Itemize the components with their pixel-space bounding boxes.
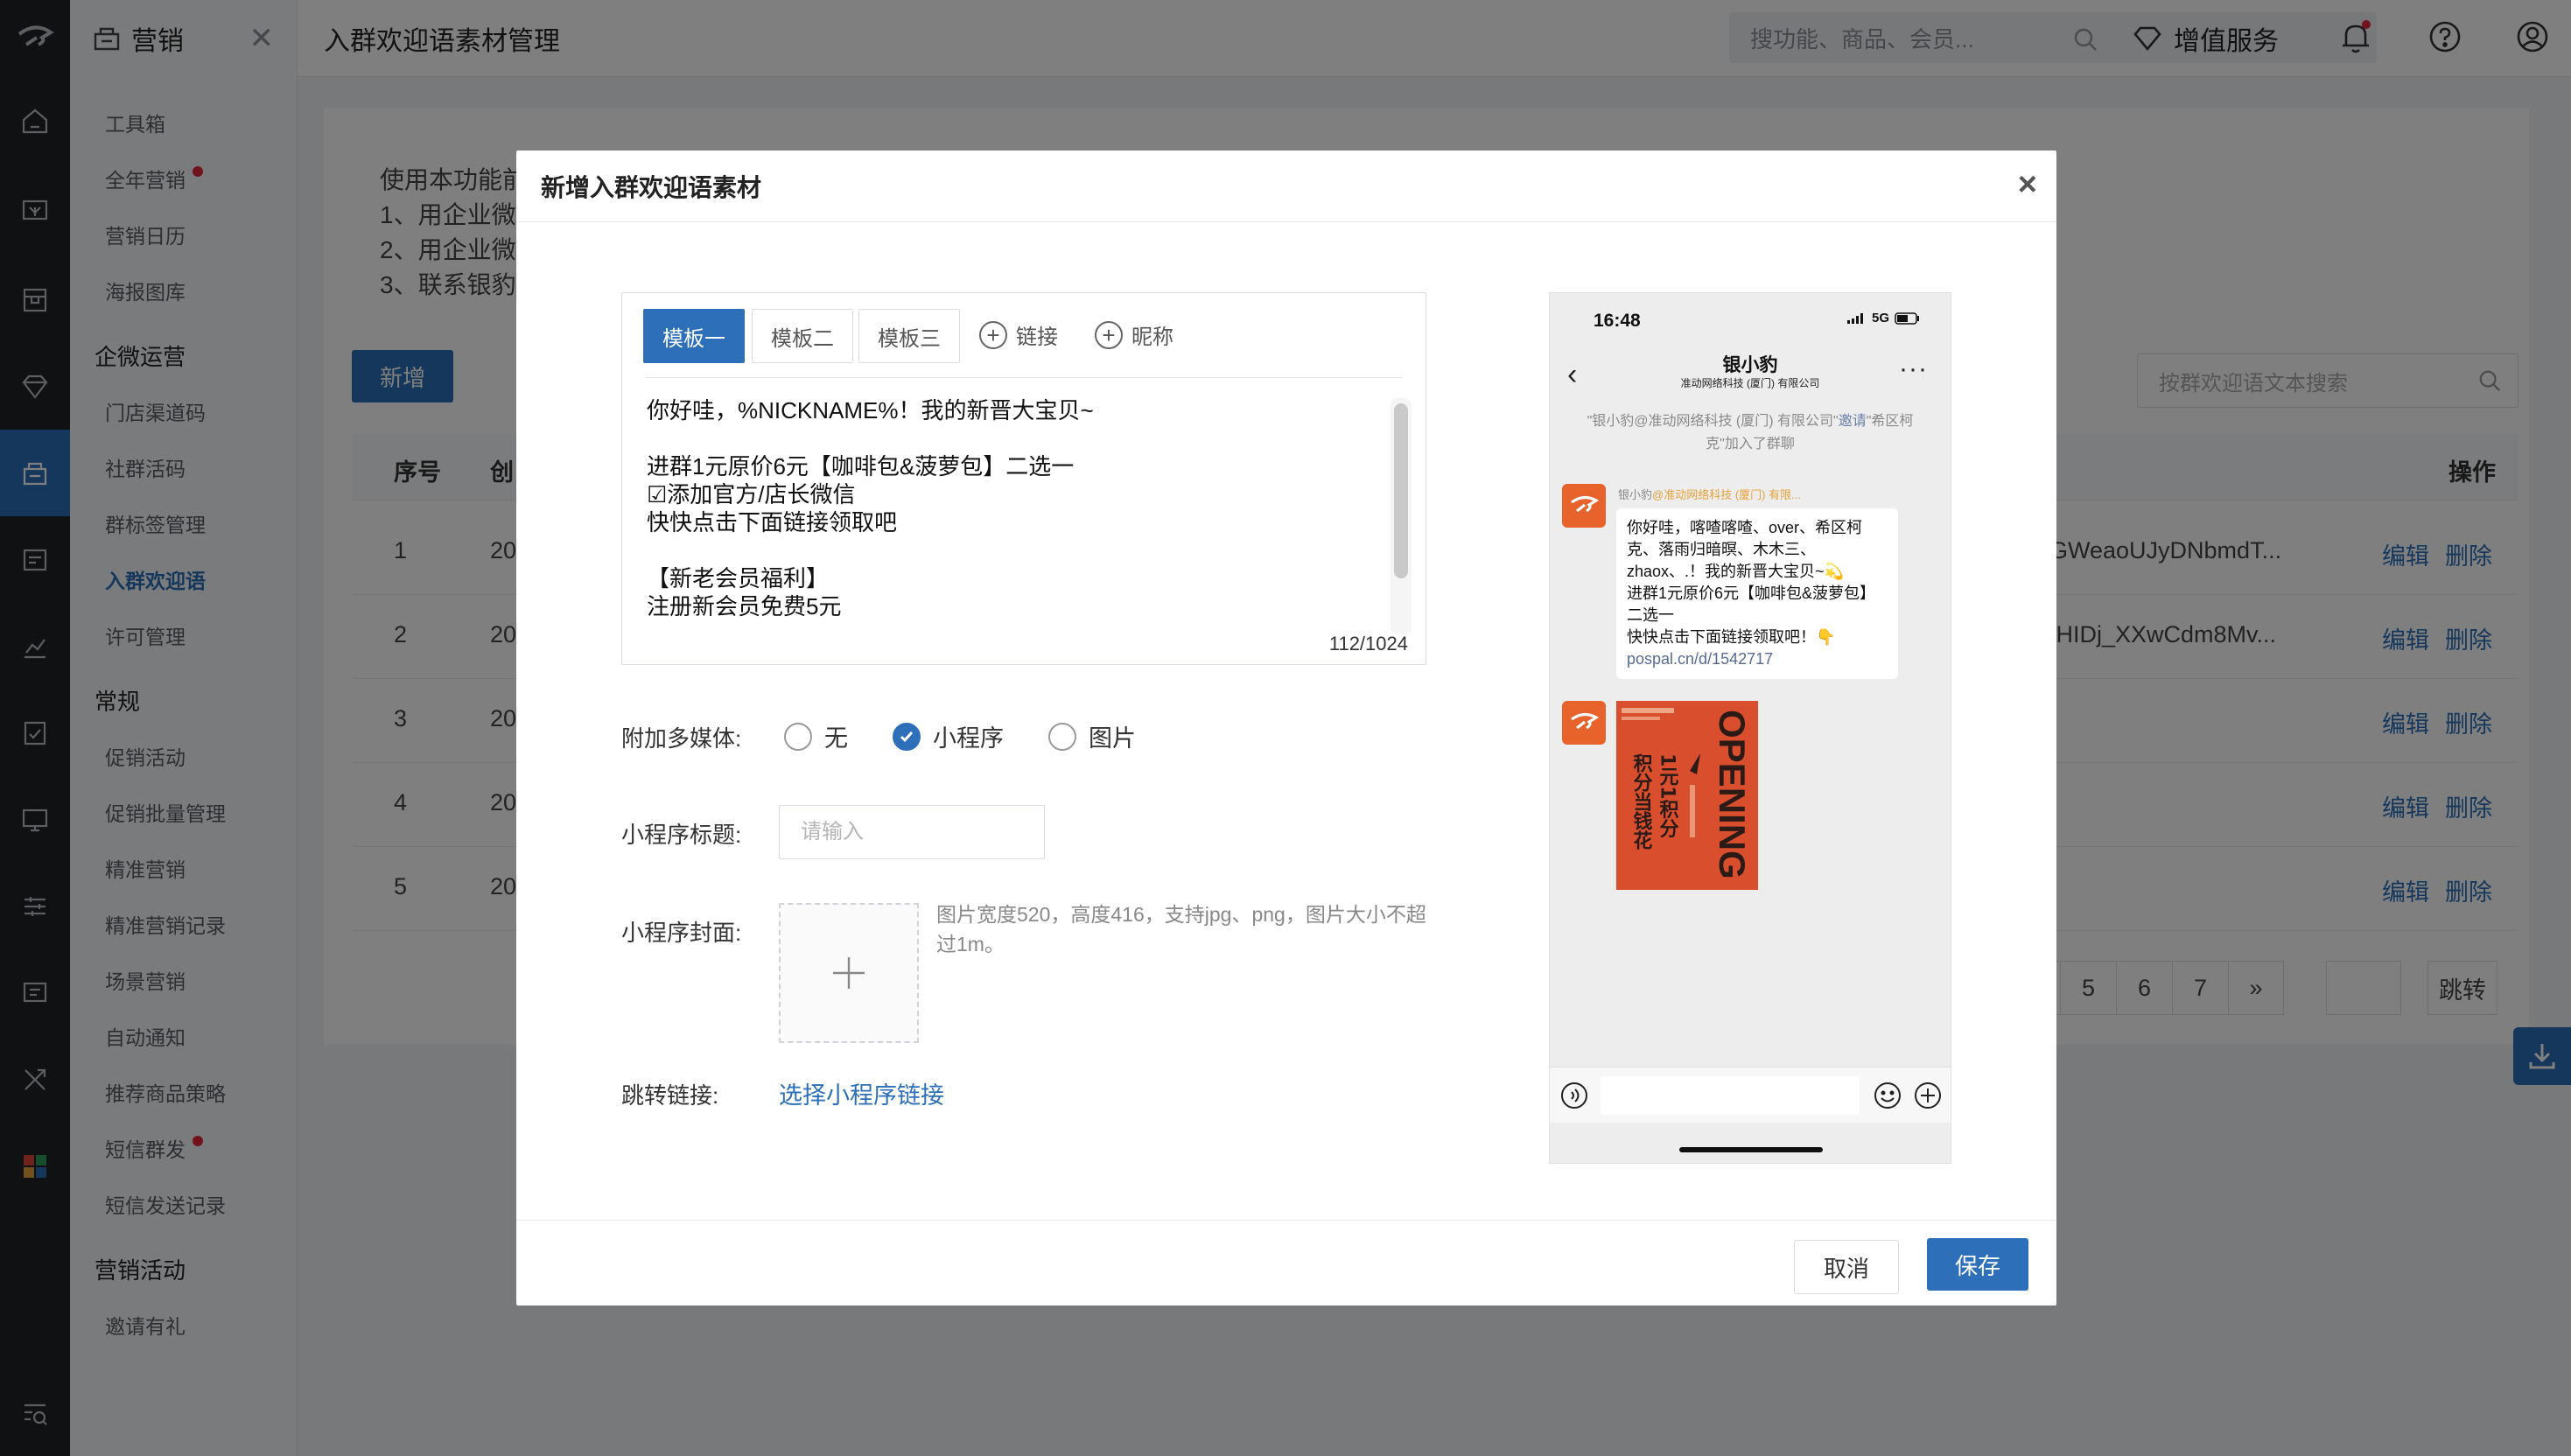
sender-avatar [1562,701,1606,745]
insert-nickname-button[interactable]: + 昵称 [1095,319,1173,350]
battery-icon [1895,312,1919,325]
voice-icon[interactable] [1560,1082,1588,1110]
new-welcome-material-dialog: 新增入群欢迎语素材 × 模板一 模板二 模板三 + 链接 + 昵称 你好哇，%N… [516,150,2056,1306]
system-join-message: "银小豹@准动网络科技 (厦门) 有限公司"邀请"希区柯克"加入了群聊 [1587,414,1914,452]
plus-circle-icon: + [979,320,1007,349]
plus-circle-icon[interactable] [1914,1082,1942,1110]
char-count: 112/1024 [1328,633,1408,654]
bubble-link[interactable]: pospal.cn/d/1542717 [1627,648,1888,670]
save-button[interactable]: 保存 [1927,1238,2028,1291]
miniprogram-poster-image[interactable]: OPENING 积分当钱花 1元1积分 [1616,701,1758,890]
emoji-icon[interactable] [1874,1082,1902,1110]
mp-title-input[interactable] [779,805,1045,859]
more-icon[interactable]: ··· [1899,354,1928,384]
chat-name: 银小豹 [1722,355,1778,375]
phone-text-field[interactable] [1601,1076,1860,1115]
select-mp-link[interactable]: 选择小程序链接 [779,1076,944,1110]
home-indicator [1679,1147,1823,1152]
welcome-text-area[interactable]: 你好哇，%NICKNAME%！我的新晋大宝贝~ 进群1元原价6元【咖啡包&菠萝包… [647,396,1364,620]
sender-avatar [1562,484,1606,528]
radio-circle [784,722,812,751]
tab-template-two[interactable]: 模板二 [752,309,853,363]
editor-scrollbar[interactable] [1394,403,1408,578]
welcome-text-editor: 模板一 模板二 模板三 + 链接 + 昵称 你好哇，%NICKNAME%！我的新… [621,292,1426,665]
signal-icon [1846,312,1863,324]
editor-divider [645,377,1403,378]
plus-circle-icon: + [1095,320,1123,349]
mp-title-label: 小程序标题: [621,822,742,848]
sender-name: 银小豹@准动网络科技 (厦门) 有限... [1618,488,1801,501]
cover-hint: 图片宽度520，高度416，支持jpg、png，图片大小不超过1m。 [936,903,1426,956]
svg-text:1元1积分: 1元1积分 [1657,753,1679,838]
chat-org: 准动网络科技 (厦门) 有限公司 [1680,377,1820,389]
bubble-text: 你好哇，喀喳喀喳、over、希区柯克、落雨归暗暝、木木三、zhaox、.！我的新… [1627,519,1876,646]
message-bubble: 你好哇，喀喳喀喳、over、希区柯克、落雨归暗暝、木木三、zhaox、.！我的新… [1616,508,1898,679]
phone-chat-header: ‹ 银小豹 准动网络科技 (厦门) 有限公司 ··· [1550,349,1951,402]
radio-checked-icon [893,722,921,751]
jump-link-label: 跳转链接: [621,1082,719,1109]
radio-circle [1048,722,1076,751]
tab-template-one[interactable]: 模板一 [643,309,745,363]
dialog-close-icon[interactable]: × [2018,166,2037,204]
tab-template-three[interactable]: 模板三 [858,309,960,363]
insert-link-button[interactable]: + 链接 [979,319,1058,350]
cover-upload-button[interactable] [779,903,919,1043]
phone-status: 5G [1846,311,1921,326]
phone-preview: 16:48 5G ‹ 银小豹 准动网络科技 (厦门) 有限公司 ··· "银小豹… [1549,292,1951,1164]
svg-text:积分当钱花: 积分当钱花 [1630,753,1653,850]
media-option-image[interactable]: 图片 [1048,719,1136,753]
dialog-title: 新增入群欢迎语素材 [516,150,2056,222]
media-label: 附加多媒体: [621,725,742,752]
phone-time: 16:48 [1594,311,1641,331]
cancel-button[interactable]: 取消 [1794,1240,1899,1294]
plus-icon [833,957,865,989]
phone-input-bar [1550,1067,1951,1123]
poster-big-text: OPENING [1712,710,1753,879]
phone-status-bar: 16:48 5G [1550,293,1951,349]
dialog-footer: 取消 保存 [516,1220,2056,1306]
mp-cover-label: 小程序封面: [621,920,742,946]
media-option-miniprogram[interactable]: 小程序 [893,719,1004,753]
media-option-none[interactable]: 无 [784,719,848,753]
